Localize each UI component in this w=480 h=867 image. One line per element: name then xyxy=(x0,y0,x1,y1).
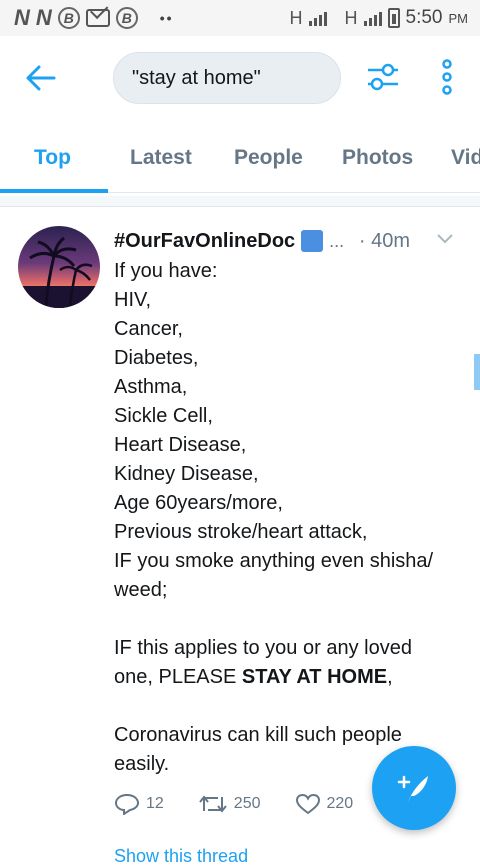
system-status: H H 5:50 PM xyxy=(290,0,468,36)
tweet-line: Previous stroke/heart attack, xyxy=(114,521,368,543)
tweet-line: weed; xyxy=(114,579,168,601)
notification-b-icon: B xyxy=(57,7,80,29)
emphasis-text: STAY AT HOME xyxy=(241,666,388,688)
tweet-text: If you have: HIV, Cancer, Diabetes, Asth… xyxy=(114,257,464,779)
tweet-line: Diabetes, xyxy=(114,347,199,369)
network-type-label: H xyxy=(344,7,358,28)
like-button[interactable]: 220 xyxy=(295,793,354,815)
tweet-line: Cancer, xyxy=(114,318,183,340)
clock: 5:50 xyxy=(405,7,443,28)
active-tab-indicator xyxy=(0,189,108,193)
hospital-emoji-icon xyxy=(301,230,324,252)
search-query-text: "stay at home" xyxy=(132,66,261,89)
tweet-line: HIV, xyxy=(114,289,152,311)
network-type-label: H xyxy=(289,7,303,28)
retweet-button[interactable]: 250 xyxy=(198,793,261,815)
signal-icon xyxy=(308,10,327,26)
reply-count: 12 xyxy=(146,795,164,812)
tab-videos[interactable]: Vid xyxy=(451,146,480,170)
tweet-line: Sickle Cell, xyxy=(114,405,213,427)
more-options-icon[interactable] xyxy=(436,58,458,96)
search-filter-icon[interactable] xyxy=(366,60,400,94)
search-input[interactable]: "stay at home" xyxy=(113,52,341,104)
tweet-line: Asthma, xyxy=(114,376,188,398)
back-arrow-icon[interactable] xyxy=(24,60,58,96)
tweet-line: IF you smoke anything even shisha/ xyxy=(114,550,434,572)
tab-top[interactable]: Top xyxy=(34,146,71,170)
tab-latest[interactable]: Latest xyxy=(130,146,192,170)
retweet-icon xyxy=(199,795,227,813)
tweet-line: IF this applies to you or any loved xyxy=(114,637,412,659)
palm-tree-image xyxy=(18,236,100,308)
author-name[interactable]: #OurFavOnlineDoc xyxy=(114,230,295,253)
search-header: "stay at home" xyxy=(0,36,480,122)
status-bar: N N B B •• H H 5:50 PM xyxy=(0,0,480,36)
tweet-timestamp: · 40m xyxy=(358,230,410,252)
battery-icon xyxy=(387,8,400,28)
chevron-down-icon[interactable] xyxy=(436,233,454,245)
reply-icon xyxy=(114,793,140,815)
scrollbar-thumb[interactable] xyxy=(474,354,480,390)
divider xyxy=(0,196,480,207)
like-count: 220 xyxy=(326,795,354,812)
avatar[interactable] xyxy=(18,226,100,308)
tweet-line: Age 60years/more, xyxy=(114,492,283,514)
name-truncation: ... xyxy=(329,230,345,251)
more-notifications-icon: •• xyxy=(159,10,174,26)
tweet-line: Kidney Disease, xyxy=(114,463,259,485)
heart-icon xyxy=(295,793,320,815)
notification-icons: N N B B •• xyxy=(0,5,174,31)
compose-tweet-button[interactable] xyxy=(372,746,456,830)
tweet-header: #OurFavOnlineDoc ... · 40m xyxy=(114,227,466,255)
tab-people[interactable]: People xyxy=(234,146,303,170)
notification-b-icon: B xyxy=(115,7,138,29)
show-thread-link[interactable]: Show this thread xyxy=(114,846,248,867)
notification-n-icon: N xyxy=(14,5,30,30)
tweet-line: If you have: xyxy=(114,260,218,282)
tweet-line: Heart Disease, xyxy=(114,434,247,456)
tab-photos[interactable]: Photos xyxy=(342,146,413,170)
retweet-count: 250 xyxy=(233,795,261,812)
search-tabs: Top Latest People Photos Vid xyxy=(0,122,480,193)
reply-button[interactable]: 12 xyxy=(114,793,164,815)
mail-icon xyxy=(85,9,110,27)
notification-n-icon: N xyxy=(35,5,52,30)
tweet-line: one, PLEASE STAY AT HOME, xyxy=(114,666,393,688)
signal-icon xyxy=(363,10,382,26)
clock-meridiem: PM xyxy=(448,10,469,26)
compose-feather-icon xyxy=(397,775,428,802)
